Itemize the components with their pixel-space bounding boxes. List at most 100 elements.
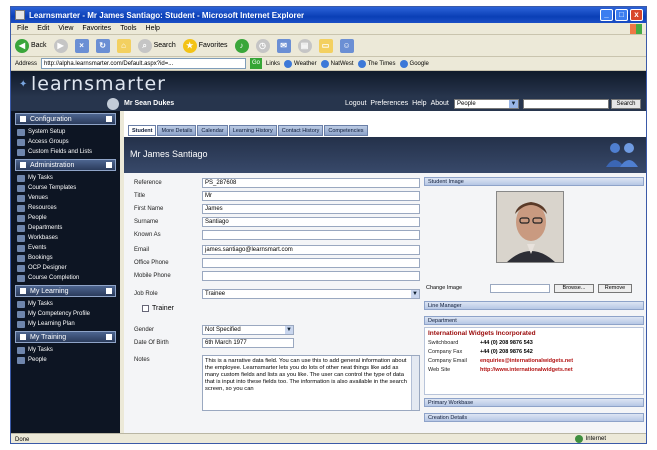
sidebar-item-training-people[interactable]: People: [11, 355, 120, 365]
surname-input[interactable]: Santiago: [202, 217, 420, 227]
panel-creation-details[interactable]: Creation Details: [424, 413, 644, 422]
tab-more-details[interactable]: More Details: [157, 125, 197, 136]
sidebar-item-ocp-designer[interactable]: OCP Designer: [11, 263, 120, 273]
menu-tools[interactable]: Tools: [120, 25, 136, 32]
browse-button[interactable]: Browse...: [554, 284, 594, 293]
sidebar-item-admin-my-tasks[interactable]: My Tasks: [11, 173, 120, 183]
home-icon[interactable]: ⌂: [116, 38, 131, 53]
menu-favorites[interactable]: Favorites: [82, 25, 111, 32]
sidebar-item-system-setup[interactable]: System Setup: [11, 127, 120, 137]
sidebar-item-custom-fields[interactable]: Custom Fields and Lists: [11, 147, 120, 157]
media-icon[interactable]: ♪: [234, 38, 249, 53]
history-icon[interactable]: ◷: [255, 38, 270, 53]
sidebar-item-bookings[interactable]: Bookings: [11, 253, 120, 263]
folder-icon[interactable]: ▭: [318, 38, 333, 53]
tab-competencies[interactable]: Competencies: [324, 125, 368, 136]
search-submit-button[interactable]: Search: [611, 99, 641, 109]
collapse-icon[interactable]: [106, 116, 112, 122]
dept-email-link[interactable]: enquiries@internationalwidgets.net: [480, 358, 573, 364]
menu-file[interactable]: File: [17, 25, 28, 32]
link-google[interactable]: Google: [399, 59, 429, 68]
workbase-icon: [17, 234, 25, 242]
reference-input[interactable]: PS_287608: [202, 178, 420, 188]
sidebar-section-my-learning[interactable]: My Learning: [15, 285, 116, 297]
minimize-button[interactable]: _: [600, 9, 613, 21]
messenger-icon[interactable]: ☺: [339, 38, 354, 53]
favorites-button[interactable]: ★ Favorites: [182, 38, 228, 53]
email-input[interactable]: james.santiago@learnsmart.com: [202, 245, 420, 255]
job-role-select[interactable]: Trainee ▼: [202, 289, 420, 299]
link-natwest[interactable]: NatWest: [320, 59, 354, 68]
search-scope-select[interactable]: People ▼: [454, 99, 519, 109]
notes-scrollbar[interactable]: [411, 356, 419, 410]
link-icon: [320, 59, 329, 68]
print-icon[interactable]: ▤: [297, 38, 312, 53]
title-bar: Learnsmarter - Mr James Santiago: Studen…: [11, 7, 646, 23]
sidebar-item-events[interactable]: Events: [11, 243, 120, 253]
image-path-input[interactable]: [490, 284, 550, 293]
tab-student[interactable]: Student: [128, 125, 157, 136]
mobile-phone-input[interactable]: [202, 271, 420, 281]
menu-view[interactable]: View: [58, 25, 73, 32]
window-title: Learnsmarter - Mr James Santiago: Studen…: [29, 10, 305, 20]
close-button[interactable]: x: [630, 9, 643, 21]
address-bar: Address http://alpha.learnsmarter.com/De…: [11, 57, 646, 71]
maximize-button[interactable]: □: [615, 9, 628, 21]
tab-learning-history[interactable]: Learning History: [228, 125, 277, 136]
sidebar-item-people[interactable]: People: [11, 213, 120, 223]
sidebar-item-workbases[interactable]: Workbases: [11, 233, 120, 243]
dept-website-link[interactable]: http://www.internationalwidgets.net: [480, 367, 573, 373]
menu-edit[interactable]: Edit: [37, 25, 49, 32]
sidebar-item-learning-my-tasks[interactable]: My Tasks: [11, 299, 120, 309]
stop-icon[interactable]: ×: [74, 38, 89, 53]
panel-primary-workbase[interactable]: Primary Workbase: [424, 398, 644, 407]
preferences-link[interactable]: Preferences: [370, 100, 408, 107]
logout-link[interactable]: Logout: [345, 100, 366, 107]
sidebar-item-venues[interactable]: Venues: [11, 193, 120, 203]
refresh-icon[interactable]: ↻: [95, 38, 110, 53]
back-button[interactable]: ◀ Back: [15, 38, 47, 53]
tab-calendar[interactable]: Calendar: [197, 125, 228, 136]
sidebar-item-access-groups[interactable]: Access Groups: [11, 137, 120, 147]
title-input[interactable]: Mr: [202, 191, 420, 201]
sidebar-item-course-completion[interactable]: Course Completion: [11, 273, 120, 283]
menu-help[interactable]: Help: [146, 25, 160, 32]
sidebar-item-course-templates[interactable]: Course Templates: [11, 183, 120, 193]
sidebar-item-competency-profile[interactable]: My Competency Profile: [11, 309, 120, 319]
windows-logo-icon: [630, 24, 642, 34]
search-icon: ⌕: [137, 38, 152, 53]
office-phone-input[interactable]: [202, 258, 420, 268]
collapse-icon[interactable]: [106, 162, 112, 168]
sidebar-section-my-training[interactable]: My Training: [15, 331, 116, 343]
collapse-icon[interactable]: [106, 288, 112, 294]
forward-arrow-icon[interactable]: ▶: [53, 38, 68, 53]
link-weather[interactable]: Weather: [284, 59, 317, 68]
panel-line-manager[interactable]: Line Manager: [424, 301, 644, 310]
remove-button[interactable]: Remove: [598, 284, 632, 293]
first-name-input[interactable]: James: [202, 204, 420, 214]
sidebar-item-departments[interactable]: Departments: [11, 223, 120, 233]
go-button[interactable]: Go: [250, 58, 263, 69]
link-times[interactable]: The Times: [357, 59, 396, 68]
sidebar-item-learning-plan[interactable]: My Learning Plan: [11, 319, 120, 329]
notes-textarea[interactable]: This is a narrative data field. You can …: [202, 355, 420, 411]
gender-select[interactable]: Not Specified ▼: [202, 325, 294, 335]
dob-input[interactable]: 6th March 1977: [202, 338, 294, 348]
sidebar-section-administration[interactable]: Administration: [15, 159, 116, 171]
list-icon: [17, 148, 25, 156]
about-link[interactable]: About: [431, 100, 449, 107]
sidebar-item-resources[interactable]: Resources: [11, 203, 120, 213]
help-link[interactable]: Help: [412, 100, 426, 107]
tab-contact-history[interactable]: Contact History: [277, 125, 324, 136]
mail-icon[interactable]: ✉: [276, 38, 291, 53]
trainer-checkbox[interactable]: [142, 304, 149, 312]
sidebar-item-training-my-tasks[interactable]: My Tasks: [11, 345, 120, 355]
search-button[interactable]: ⌕ Search: [137, 38, 176, 53]
search-input[interactable]: [523, 99, 609, 109]
address-input[interactable]: http://alpha.learnsmarter.com/Default.as…: [41, 58, 247, 69]
panel-department[interactable]: Department: [424, 316, 644, 325]
sidebar-section-configuration[interactable]: Configuration: [15, 113, 116, 125]
known-as-input[interactable]: [202, 230, 420, 240]
panel-student-image[interactable]: Student Image: [424, 177, 644, 186]
collapse-icon[interactable]: [106, 334, 112, 340]
